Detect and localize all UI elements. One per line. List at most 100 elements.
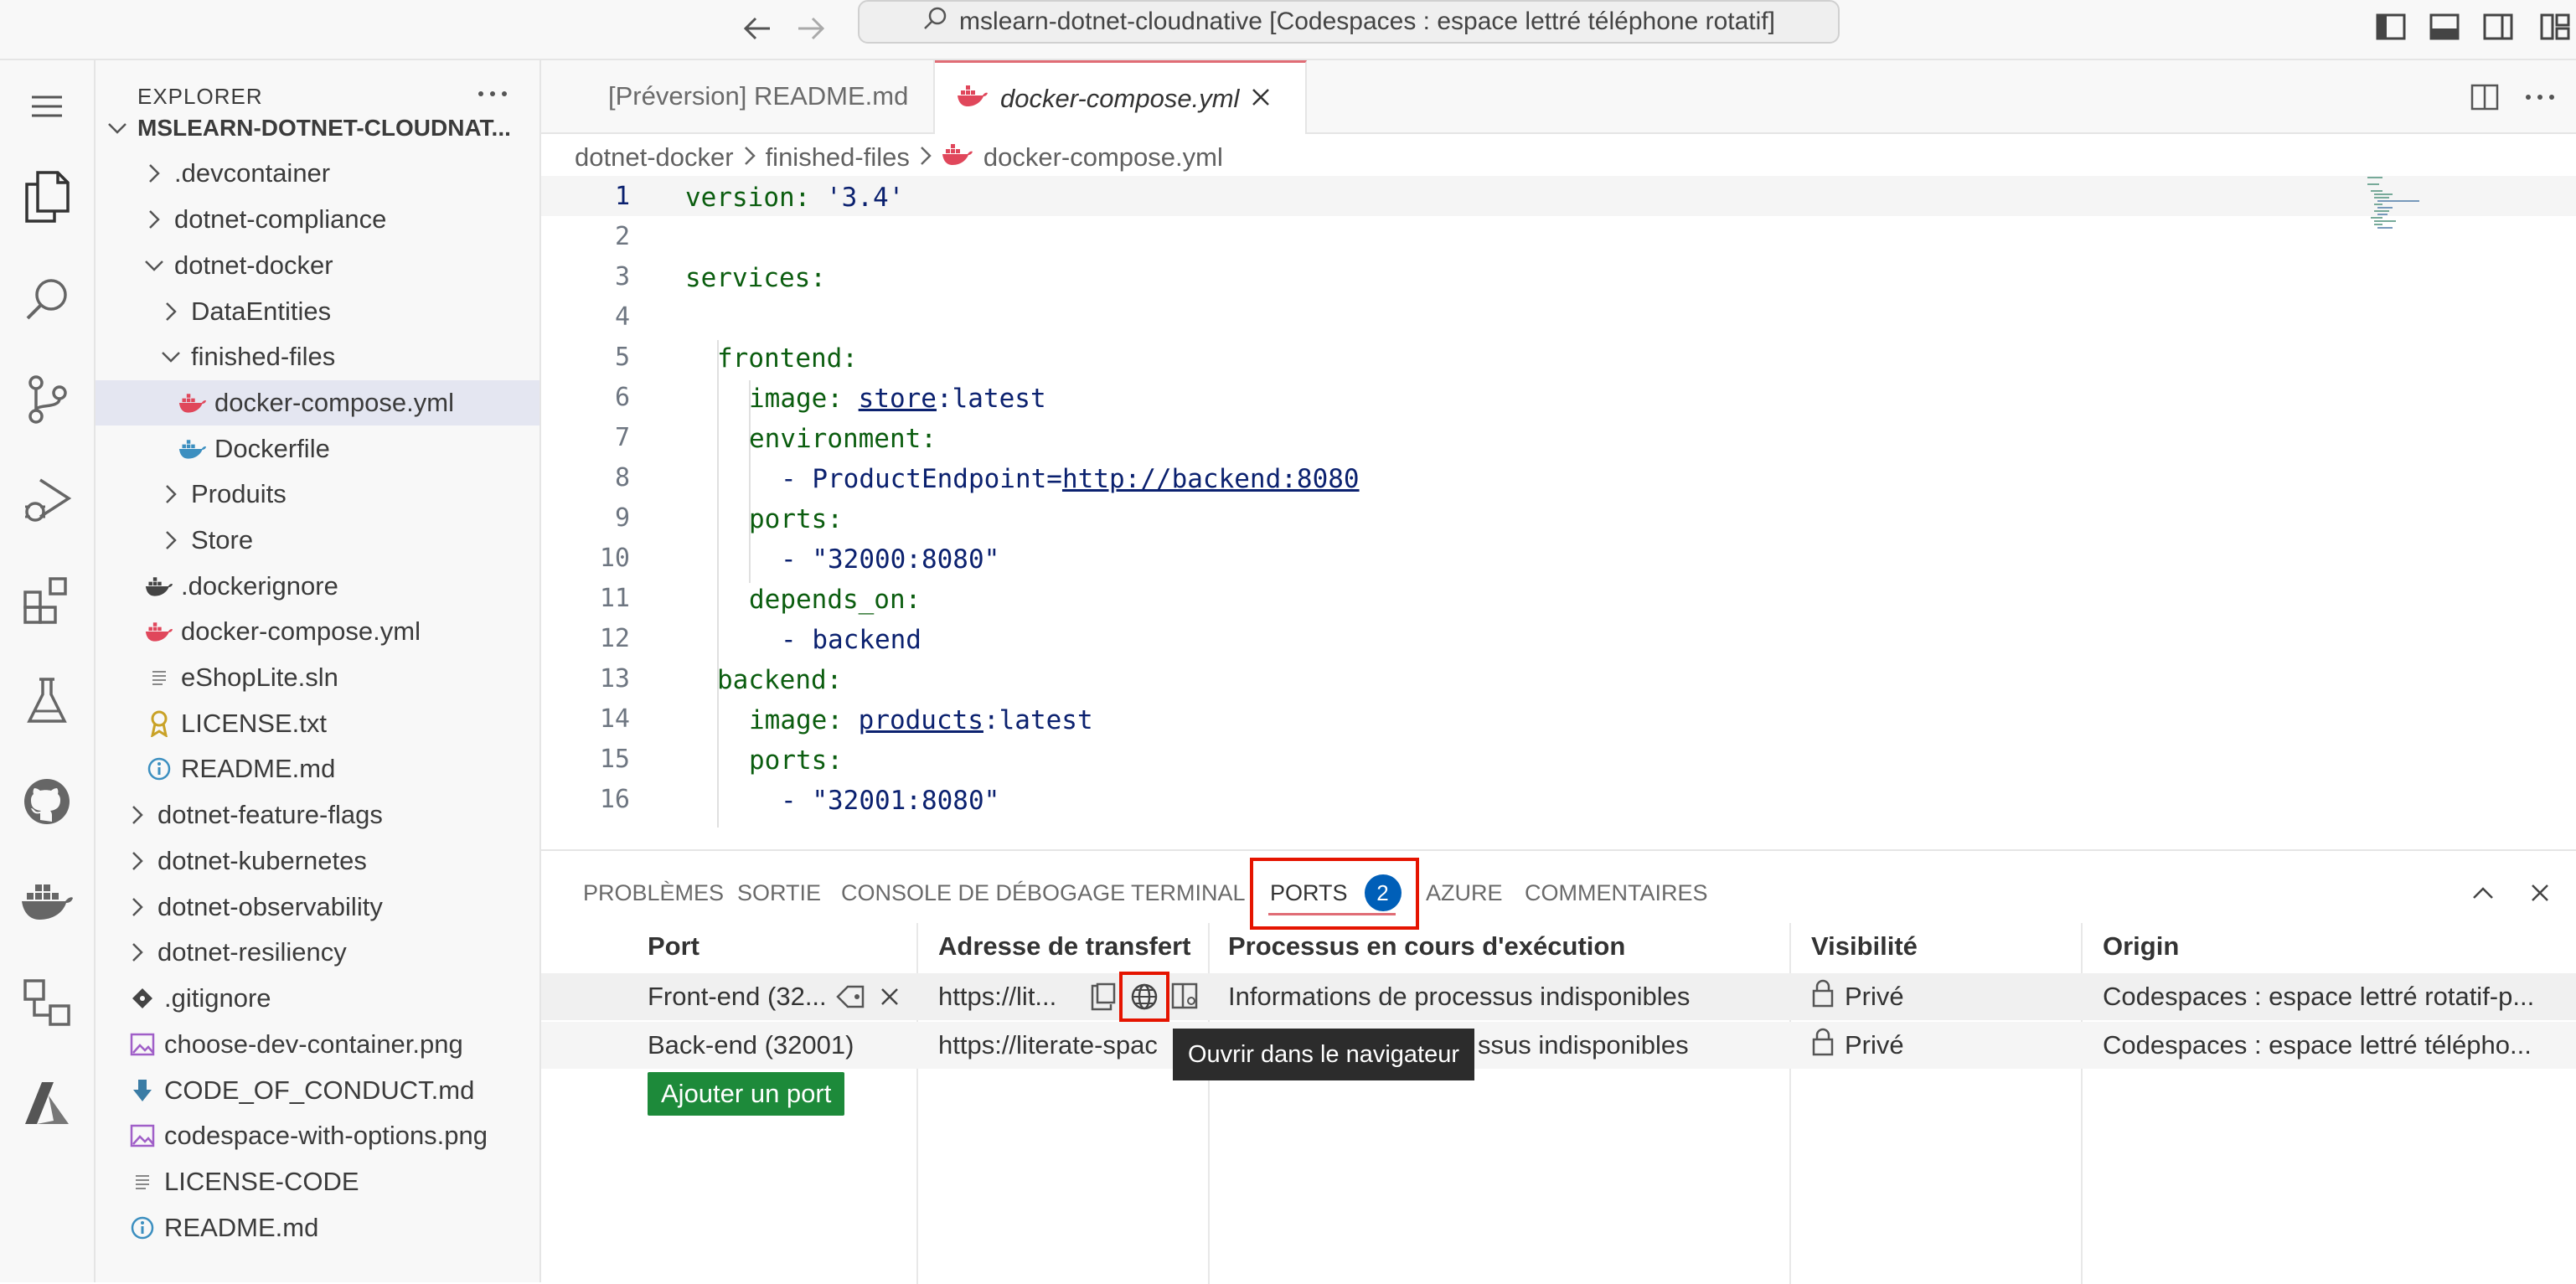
tree-folder[interactable]: dotnet-kubernetes — [96, 838, 539, 884]
visibility-cell[interactable]: Privé — [1811, 973, 2062, 1020]
tree-file[interactable]: .gitignore — [96, 976, 539, 1021]
split-editor-icon[interactable] — [2466, 79, 2503, 116]
back-arrow-icon[interactable] — [734, 5, 781, 52]
menu-icon[interactable] — [0, 60, 94, 152]
code-line-5: frontend: — [717, 343, 858, 374]
close-icon[interactable] — [1251, 84, 1271, 114]
address-cell[interactable]: https://lit... — [938, 973, 1086, 1020]
code-editor[interactable]: 1 2 3 4 5 6 7 8 9 10 11 12 13 14 15 16 version: '3.4' s… — [541, 176, 2576, 846]
tree-folder[interactable]: dotnet-compliance — [96, 197, 539, 242]
chevron-down-icon — [142, 254, 166, 277]
column-header-address[interactable]: Adresse de transfert — [938, 931, 1191, 962]
breadcrumb-item[interactable]: finished-files — [766, 142, 910, 173]
code-line-14: image: products:latest — [749, 705, 1093, 735]
tree-file[interactable]: docker-compose.yml — [96, 380, 539, 425]
tree-item-label: dotnet-feature-flags — [157, 800, 383, 829]
customize-layout-icon[interactable] — [2535, 7, 2575, 47]
docker-compose-icon — [957, 84, 989, 114]
indent-guide — [717, 340, 719, 828]
tree-file[interactable]: docker-compose.yml — [96, 609, 539, 654]
forward-arrow-icon[interactable] — [787, 5, 834, 52]
tab-docker-compose[interactable]: docker-compose.yml — [935, 60, 1307, 134]
tree-folder[interactable]: dotnet-feature-flags — [96, 792, 539, 838]
tab-output[interactable]: SORTIE — [737, 874, 821, 911]
editor-line: 3 — [541, 256, 2576, 297]
tree-folder[interactable]: dotnet-observability — [96, 884, 539, 930]
tab-terminal[interactable]: TERMINAL — [1131, 874, 1246, 911]
tag-icon[interactable] — [836, 973, 870, 1020]
toggle-panel-icon[interactable] — [2424, 7, 2465, 47]
code-line-13: backend: — [717, 665, 843, 695]
chevron-down-icon — [106, 116, 129, 140]
close-panel-icon[interactable] — [2522, 874, 2558, 911]
editor-more-actions-icon[interactable] — [2522, 79, 2558, 116]
github-icon[interactable] — [0, 755, 94, 848]
markdown-download-icon — [127, 1075, 157, 1106]
explorer-sidebar: EXPLORER MSLEARN-DOTNET-CLOUDNAT... .devc… — [96, 60, 541, 1282]
preview-in-editor-icon[interactable] — [1171, 973, 1205, 1020]
tree-folder[interactable]: Produits — [96, 472, 539, 517]
remote-explorer-icon[interactable] — [0, 957, 94, 1049]
code-line-10: - "32000:8080" — [781, 544, 1000, 575]
column-header-origin[interactable]: Origin — [2103, 931, 2179, 962]
tree-folder[interactable]: .devcontainer — [96, 151, 539, 196]
docker-icon[interactable] — [0, 856, 94, 948]
tree-item-label: .gitignore — [164, 983, 271, 1013]
tree-file[interactable]: README.md — [96, 746, 539, 792]
stop-forwarding-icon[interactable] — [880, 973, 908, 1020]
tree-file[interactable]: .dockerignore — [96, 564, 539, 609]
command-center-search[interactable]: mslearn-dotnet-cloudnative [Codespaces :… — [858, 0, 1840, 44]
tree-file[interactable]: LICENSE.txt — [96, 701, 539, 746]
line-number: 5 — [614, 342, 630, 372]
tree-file[interactable]: LICENSE-CODE — [96, 1159, 539, 1204]
search-icon[interactable] — [0, 253, 94, 345]
tree-folder[interactable]: Store — [96, 518, 539, 563]
tree-item-label: finished-files — [191, 342, 336, 371]
port-cell[interactable]: Back-end (32001) — [648, 1022, 899, 1069]
tree-file[interactable]: codespace-with-options.png — [96, 1113, 539, 1158]
tree-folder[interactable]: dotnet-docker — [96, 243, 539, 288]
tree-file[interactable]: CODE_OF_CONDUCT.md — [96, 1068, 539, 1113]
tree-root-folder[interactable]: MSLEARN-DOTNET-CLOUDNAT... — [96, 106, 539, 151]
copy-address-icon[interactable] — [1091, 973, 1121, 1020]
toggle-secondary-sidebar-icon[interactable] — [2478, 7, 2518, 47]
tree-folder[interactable]: dotnet-resiliency — [96, 930, 539, 975]
highlight-globe-icon — [1119, 972, 1169, 1022]
tree-folder[interactable]: DataEntities — [96, 289, 539, 334]
column-header-process[interactable]: Processus en cours d'exécution — [1228, 931, 1625, 962]
tree-file[interactable]: eShopLite.sln — [96, 655, 539, 700]
extensions-icon[interactable] — [0, 554, 94, 647]
run-debug-icon[interactable] — [0, 454, 94, 546]
azure-icon[interactable] — [0, 1057, 94, 1149]
visibility-label: Privé — [1845, 1030, 1904, 1060]
tree-file[interactable]: Dockerfile — [96, 426, 539, 472]
breadcrumb-item[interactable]: docker-compose.yml — [983, 142, 1223, 173]
tree-file[interactable]: README.md — [96, 1205, 539, 1250]
info-icon — [127, 1213, 157, 1243]
testing-icon[interactable] — [0, 655, 94, 747]
table-row[interactable]: Front-end (32... https://lit... Informat… — [541, 973, 2576, 1020]
tab-readme-preview[interactable]: [Préversion] README.md — [541, 60, 935, 132]
tab-comments[interactable]: COMMENTAIRES — [1525, 874, 1708, 911]
source-control-icon[interactable] — [0, 353, 94, 446]
explorer-icon[interactable] — [0, 151, 94, 243]
tab-debug-console[interactable]: CONSOLE DE DÉBOGAGE — [841, 874, 1125, 911]
line-number: 14 — [599, 704, 630, 734]
toggle-primary-sidebar-icon[interactable] — [2371, 7, 2411, 47]
breadcrumb-item[interactable]: dotnet-docker — [575, 142, 734, 173]
column-header-port[interactable]: Port — [648, 931, 699, 962]
process-cell: Informations de processus indisponibles — [1228, 982, 1691, 1011]
minimap[interactable] — [2364, 174, 2423, 233]
column-header-visibility[interactable]: Visibilité — [1811, 931, 1918, 962]
table-row[interactable]: Back-end (32001) https://literate-spac s… — [541, 1022, 2576, 1069]
tab-problems[interactable]: PROBLÈMES — [583, 874, 724, 911]
add-port-button[interactable]: Ajouter un port — [648, 1072, 845, 1116]
tree-folder[interactable]: finished-files — [96, 334, 539, 379]
editor-line: 2 — [541, 216, 2576, 256]
tab-azure[interactable]: AZURE — [1426, 874, 1503, 911]
visibility-cell[interactable]: Privé — [1811, 1022, 2062, 1069]
address-cell[interactable]: https://literate-spac — [938, 1022, 1190, 1069]
port-cell[interactable]: Front-end (32... — [648, 973, 840, 1020]
maximize-panel-icon[interactable] — [2465, 874, 2501, 911]
tree-file[interactable]: choose-dev-container.png — [96, 1022, 539, 1067]
